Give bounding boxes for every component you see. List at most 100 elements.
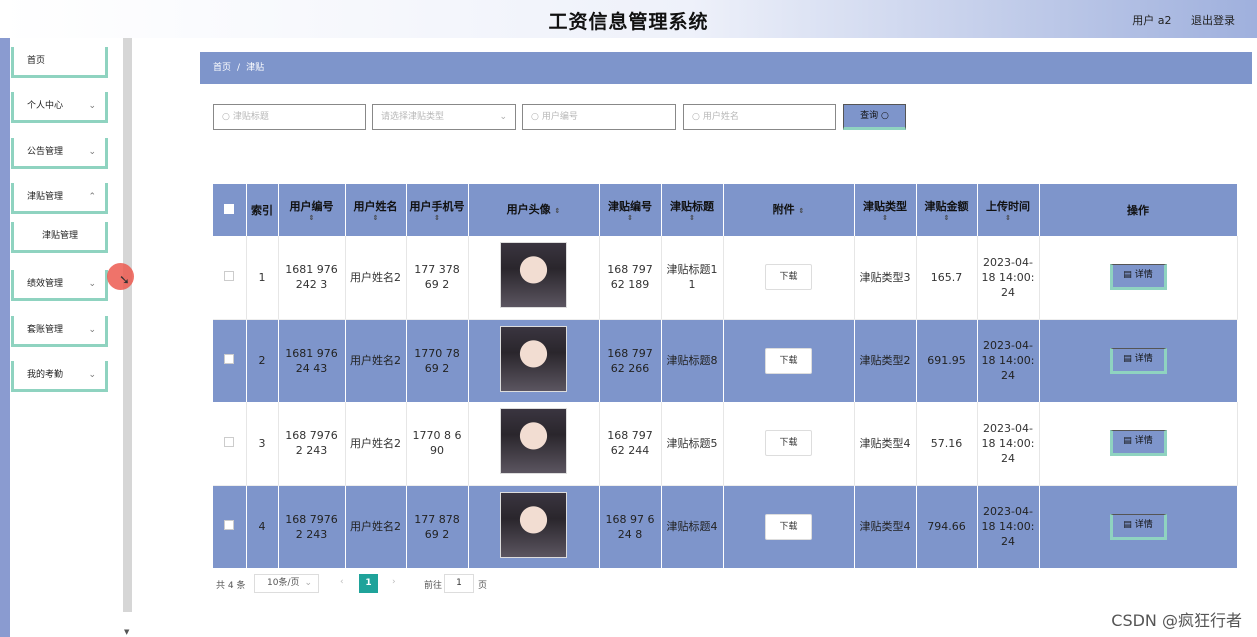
sort-icon[interactable]: ⇕ (919, 214, 975, 222)
column-header-label: 津贴类型 (863, 199, 907, 213)
scroll-down-icon[interactable]: ▼ (124, 628, 129, 636)
row-checkbox[interactable] (224, 270, 235, 281)
cell-user-name: 用户姓名2 (345, 402, 407, 486)
column-header[interactable]: 用户姓名 ⇕ (345, 184, 407, 236)
sort-icon[interactable]: ⇕ (409, 214, 466, 222)
cell-allowance-no: 168 797 62 189 (599, 236, 662, 320)
column-header-label: 用户编号 (289, 199, 334, 213)
column-header[interactable]: 津贴类型 ⇕ (854, 184, 917, 236)
sort-icon[interactable]: ⇕ (554, 207, 560, 215)
download-button[interactable]: 下载 (765, 347, 812, 374)
table-row: 3 168 7976 2 243 用户姓名2 1770 8 690 168 79… (213, 402, 1238, 486)
sidebar-item-notice-management[interactable]: 公告管理 ⌄ (11, 138, 108, 169)
chevron-down-icon: ⌄ (88, 101, 96, 111)
detail-button[interactable]: ▤ 详情 (1109, 430, 1167, 457)
allowance-table: 索引 用户编号 ⇕ 用户姓名 ⇕ 用户手机号 ⇕ 用户头像 ⇕ 津贴编号 ⇕ 津贴标题 ⇕… (213, 184, 1238, 568)
prev-page-icon[interactable]: ‹ (340, 577, 344, 587)
download-button[interactable]: 下载 (765, 430, 812, 457)
cell-title: 津贴标题11 (661, 236, 724, 320)
sidebar-item-home[interactable]: 首页 (11, 47, 108, 78)
select-all-cell[interactable] (213, 184, 247, 236)
cell-amount: 57.16 (916, 402, 978, 486)
user-avatar[interactable] (500, 325, 567, 392)
sort-icon[interactable]: ⇕ (281, 214, 343, 222)
select-all-checkbox[interactable] (224, 203, 235, 214)
download-button[interactable]: 下载 (765, 264, 812, 291)
cell-avatar (468, 485, 600, 568)
search-icon: ○ (881, 111, 889, 121)
user-avatar[interactable] (500, 491, 567, 558)
type-placeholder: 请选择津贴类型 (381, 112, 445, 122)
row-checkbox[interactable] (224, 436, 235, 447)
mouse-cursor-icon: ➘ (119, 273, 130, 288)
cell-user-no: 1681 976 242 3 (278, 236, 346, 320)
cell-attachment: 下载 (723, 485, 855, 568)
column-header-label: 用户手机号 (409, 199, 465, 213)
column-header[interactable]: 用户头像 ⇕ (468, 184, 600, 236)
sidebar-scrollbar[interactable] (123, 38, 132, 612)
column-header[interactable]: 津贴金额 ⇕ (916, 184, 978, 236)
chevron-down-icon: ⌄ (88, 370, 96, 380)
column-header[interactable]: 津贴标题 ⇕ (661, 184, 724, 236)
column-header-label: 附件 (772, 202, 795, 216)
page-size-select[interactable]: 10条/页 ⌄ (254, 574, 319, 593)
top-header: 工资信息管理系统 用户 a2 退出登录 (0, 0, 1257, 38)
breadcrumb-separator: / (237, 63, 241, 73)
row-select-cell[interactable] (213, 402, 247, 486)
cell-user-name: 用户姓名2 (345, 319, 407, 402)
column-header-label: 津贴标题 (670, 199, 714, 213)
detail-button[interactable]: ▤ 详情 (1109, 513, 1167, 540)
sidebar-item-account-set-management[interactable]: 套账管理 ⌄ (11, 316, 108, 347)
row-select-cell[interactable] (213, 319, 247, 402)
next-page-icon[interactable]: › (392, 577, 396, 587)
sidebar-subitem-label: 津贴管理 (42, 231, 79, 241)
cell-user-no: 168 7976 2 243 (278, 485, 346, 568)
row-checkbox[interactable] (224, 354, 235, 365)
user-area: 用户 a2 退出登录 (1116, 12, 1235, 28)
chevron-down-icon: ⌄ (88, 325, 96, 335)
cell-avatar (468, 236, 600, 320)
row-select-cell[interactable] (213, 485, 247, 568)
query-button[interactable]: 查询 ○ (843, 104, 906, 130)
sidebar-item-personal-center[interactable]: 个人中心 ⌄ (11, 92, 108, 123)
search-icon: ○ (222, 112, 230, 122)
sidebar-item-label: 我的考勤 (27, 370, 64, 380)
cell-attachment: 下载 (723, 402, 855, 486)
download-button[interactable]: 下载 (765, 513, 812, 540)
page-size-value: 10条/页 (267, 578, 300, 588)
sort-icon[interactable]: ⇕ (348, 214, 404, 222)
sort-icon[interactable]: ⇕ (664, 214, 721, 222)
column-header[interactable]: 用户编号 ⇕ (278, 184, 346, 236)
user-avatar[interactable] (500, 408, 567, 475)
type-select[interactable]: 请选择津贴类型 ⌄ (372, 104, 516, 130)
cell-phone: 177 878 69 2 (406, 485, 469, 568)
cell-title: 津贴标题4 (661, 485, 724, 568)
sort-icon[interactable]: ⇕ (857, 214, 914, 222)
sidebar-item-my-attendance[interactable]: 我的考勤 ⌄ (11, 361, 108, 392)
sidebar-item-allowance-management[interactable]: 津贴管理 ⌃ (11, 183, 108, 214)
sort-icon[interactable]: ⇕ (602, 214, 659, 222)
detail-button[interactable]: ▤ 详情 (1109, 264, 1167, 291)
sidebar-subitem-allowance[interactable]: 津贴管理 (11, 222, 108, 253)
title-search-input[interactable]: ○ 津贴标题 (213, 104, 366, 130)
sort-icon[interactable]: ⇕ (798, 207, 804, 215)
column-header[interactable]: 上传时间 ⇕ (977, 184, 1040, 236)
page-number-current[interactable]: 1 (359, 574, 378, 593)
user-name-search-input[interactable]: ○ 用户姓名 (683, 104, 836, 130)
row-checkbox[interactable] (224, 520, 235, 531)
sidebar-edge (0, 38, 10, 637)
logout-link[interactable]: 退出登录 (1191, 14, 1235, 27)
column-header[interactable]: 津贴编号 ⇕ (599, 184, 662, 236)
user-avatar[interactable] (500, 242, 567, 309)
user-no-search-input[interactable]: ○ 用户编号 (522, 104, 676, 130)
sidebar-item-performance-management[interactable]: 绩效管理 ⌄ (11, 270, 108, 301)
breadcrumb-home[interactable]: 首页 (213, 63, 231, 73)
breadcrumb: 首页 / 津贴 (200, 52, 1252, 84)
detail-button[interactable]: ▤ 详情 (1109, 347, 1167, 374)
goto-page-input[interactable]: 1 (444, 574, 474, 593)
table-row: 1 1681 976 242 3 用户姓名2 177 378 69 2 168 … (213, 236, 1238, 320)
column-header[interactable]: 附件 ⇕ (723, 184, 855, 236)
row-select-cell[interactable] (213, 236, 247, 320)
sort-icon[interactable]: ⇕ (980, 214, 1037, 222)
column-header[interactable]: 用户手机号 ⇕ (406, 184, 469, 236)
